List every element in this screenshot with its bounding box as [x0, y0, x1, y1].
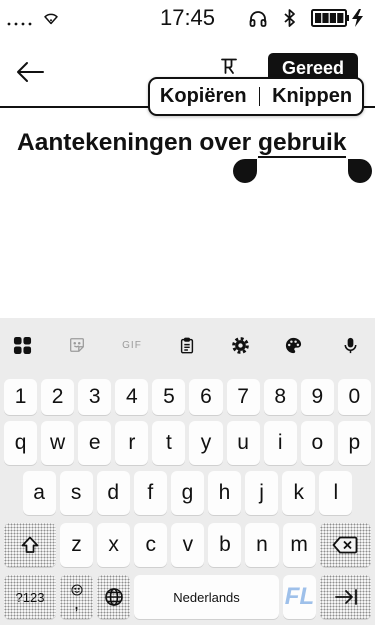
key-z[interactable]: z [60, 523, 94, 567]
status-bar: 17:45 [0, 0, 375, 38]
note-title-field[interactable]: Aantekeningen over gebruik [17, 128, 347, 158]
key-h[interactable]: h [207, 471, 242, 515]
key-8[interactable]: 8 [263, 379, 297, 415]
note-title-text: Aantekeningen over [17, 129, 258, 156]
key-0[interactable]: 0 [337, 379, 371, 415]
comma-emoji-key[interactable]: , [60, 575, 94, 619]
key-1[interactable]: 1 [4, 379, 38, 415]
copy-button[interactable]: Kopiëren [160, 79, 247, 114]
battery-level-segment [329, 13, 336, 23]
selection-start-handle[interactable] [233, 159, 257, 183]
selected-text: gebruik [257, 129, 347, 158]
key-j[interactable]: j [245, 471, 279, 515]
comma-label: , [74, 593, 80, 613]
clipboard-icon[interactable] [175, 333, 199, 357]
headphones-icon [248, 8, 268, 28]
battery-level-segment [322, 13, 329, 23]
key-7[interactable]: 7 [226, 379, 260, 415]
space-bar[interactable]: Nederlands [134, 575, 279, 619]
sticker-icon[interactable] [65, 333, 89, 357]
key-u[interactable]: u [226, 421, 260, 465]
battery-level-segment [337, 13, 344, 23]
settings-gear-icon[interactable] [228, 333, 252, 357]
key-n[interactable]: n [245, 523, 279, 567]
letter-row-1: q w e r t y u i o p [4, 421, 371, 465]
key-p[interactable]: p [337, 421, 371, 465]
key-3[interactable]: 3 [78, 379, 112, 415]
key-a[interactable]: a [22, 471, 56, 515]
gif-label: GIF [122, 339, 142, 351]
key-s[interactable]: s [59, 471, 93, 515]
selection-end-handle[interactable] [348, 159, 372, 183]
key-x[interactable]: x [97, 523, 131, 567]
gif-button[interactable]: GIF [120, 333, 144, 357]
key-v[interactable]: v [171, 523, 205, 567]
key-9[interactable]: 9 [300, 379, 334, 415]
watermark-logo: FL [284, 583, 315, 610]
battery-level-segment [315, 13, 322, 23]
tab-arrow-icon [334, 588, 358, 606]
text-style-icon[interactable] [220, 57, 238, 75]
selection-context-menu: Kopiëren Knippen [148, 77, 364, 116]
language-key[interactable] [97, 575, 131, 619]
key-2[interactable]: 2 [41, 379, 75, 415]
key-d[interactable]: d [96, 471, 130, 515]
key-r[interactable]: r [115, 421, 149, 465]
apps-grid-icon[interactable] [10, 333, 34, 357]
letter-row-2: a s d f g h j k l [22, 471, 353, 515]
key-g[interactable]: g [170, 471, 204, 515]
key-b[interactable]: b [208, 523, 242, 567]
bluetooth-icon [283, 8, 297, 28]
period-key[interactable]: FL [282, 575, 316, 619]
microphone-icon[interactable] [338, 333, 362, 357]
battery-icon [311, 8, 367, 28]
cut-button[interactable]: Knippen [272, 79, 352, 114]
key-o[interactable]: o [300, 421, 334, 465]
palette-icon[interactable] [281, 333, 305, 357]
globe-icon [104, 587, 124, 607]
arrow-left-icon[interactable] [16, 61, 44, 83]
keyboard: GIF 1 2 3 4 5 6 7 8 9 0 q w e r t y u i [0, 318, 375, 625]
key-t[interactable]: t [152, 421, 186, 465]
key-l[interactable]: l [319, 471, 353, 515]
key-5[interactable]: 5 [152, 379, 186, 415]
backspace-key[interactable] [319, 523, 371, 567]
key-6[interactable]: 6 [189, 379, 223, 415]
key-f[interactable]: f [133, 471, 167, 515]
charging-bolt-icon [352, 9, 363, 27]
key-e[interactable]: e [78, 421, 112, 465]
key-4[interactable]: 4 [115, 379, 149, 415]
menu-separator [258, 87, 261, 106]
key-c[interactable]: c [134, 523, 168, 567]
key-i[interactable]: i [263, 421, 297, 465]
bottom-row: ?123 , Nederlands FL [4, 575, 371, 619]
shift-icon [20, 535, 40, 555]
letter-row-3: z x c v b n m [4, 523, 371, 567]
key-y[interactable]: y [189, 421, 223, 465]
key-q[interactable]: q [4, 421, 38, 465]
backspace-icon [332, 535, 358, 555]
tab-enter-key[interactable] [320, 575, 371, 619]
symbols-key[interactable]: ?123 [4, 575, 56, 619]
number-row: 1 2 3 4 5 6 7 8 9 0 [4, 379, 371, 415]
key-w[interactable]: w [41, 421, 75, 465]
shift-key[interactable] [4, 523, 56, 567]
key-m[interactable]: m [282, 523, 316, 567]
key-k[interactable]: k [282, 471, 316, 515]
